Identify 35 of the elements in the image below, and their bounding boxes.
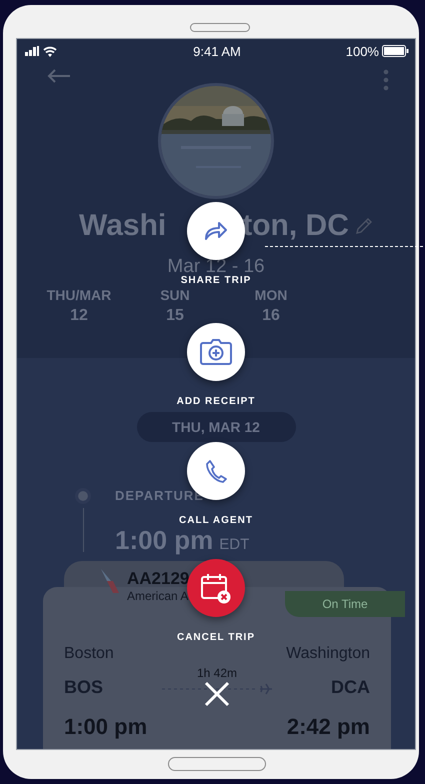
- action-label: SHARE TRIP: [180, 275, 252, 286]
- calendar-cancel-icon: [200, 572, 232, 604]
- flight-duration: 1h 42m: [196, 666, 238, 680]
- airline-logo-icon: [101, 569, 119, 593]
- speaker-slot: [190, 23, 250, 32]
- action-label: ADD RECEIPT: [176, 396, 256, 407]
- close-icon: [204, 681, 230, 707]
- departure-time: 1:00 pm: [115, 528, 214, 552]
- day-label: MON: [254, 287, 288, 303]
- departure-label: DEPARTURE: [115, 488, 205, 503]
- action-label: CANCEL TRIP: [176, 632, 256, 643]
- day-number: 16: [262, 307, 280, 325]
- wifi-icon: [43, 46, 57, 56]
- signal-icon: [25, 46, 39, 56]
- day-label: SUN: [160, 287, 190, 303]
- battery-percent: 100%: [346, 44, 379, 58]
- departure-time: 1:00 pm: [64, 714, 148, 740]
- share-icon: [204, 221, 228, 241]
- status-tag: On Time: [285, 591, 405, 617]
- time-zone: EDT: [219, 536, 250, 553]
- status-time: 9:41 AM: [193, 44, 241, 58]
- day-number: 12: [70, 307, 88, 325]
- action-label: CALL AGENT: [179, 515, 253, 526]
- day-number: 15: [166, 307, 184, 325]
- day-label: THU/MAR: [46, 287, 112, 303]
- trip-title: Washi: [79, 211, 166, 241]
- arrival-time: 2:42 pm: [286, 714, 370, 740]
- camera-icon: [200, 339, 232, 365]
- timeline-dot: [75, 488, 91, 504]
- phone-icon: [205, 459, 227, 483]
- date-pill: THU, MAR 12: [136, 412, 296, 442]
- airline-name: American A: [127, 589, 190, 603]
- battery-icon: [382, 45, 409, 57]
- trip-dates: Mar 12 - 16: [167, 257, 265, 277]
- flight-number: AA2129: [127, 569, 190, 589]
